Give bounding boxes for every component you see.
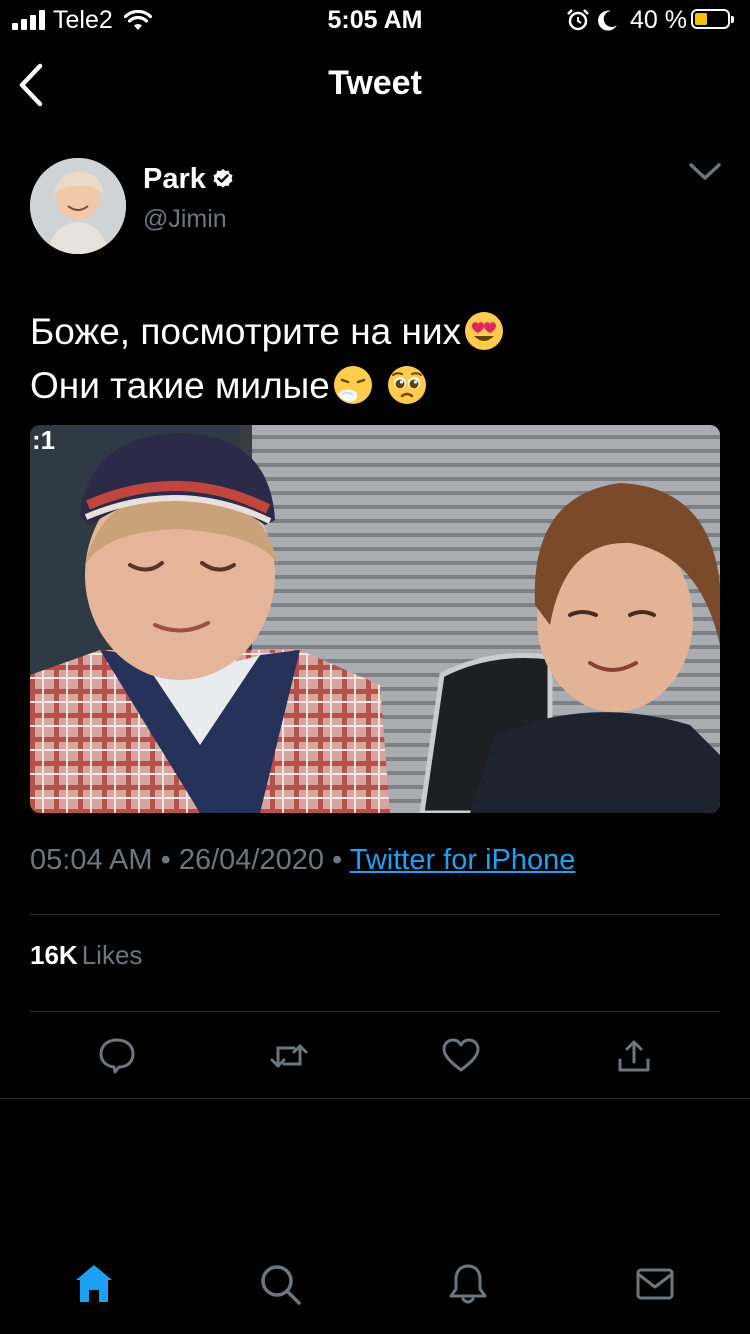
likes-label: Likes bbox=[81, 940, 143, 970]
heart-eyes-emoji-icon bbox=[465, 312, 504, 350]
tweet-source-link[interactable]: Twitter for iPhone bbox=[350, 844, 576, 876]
messages-icon[interactable] bbox=[633, 1262, 677, 1306]
search-icon[interactable] bbox=[258, 1262, 302, 1306]
tweet-text: Боже, посмотрите на них Они такие милые bbox=[30, 305, 720, 413]
share-icon[interactable] bbox=[614, 1036, 654, 1076]
tweet-line-2: Они такие милые bbox=[30, 359, 720, 413]
meta-separator: • bbox=[332, 844, 350, 876]
notifications-icon[interactable] bbox=[446, 1262, 490, 1306]
meta-separator: • bbox=[160, 844, 179, 876]
battery-icon bbox=[691, 9, 734, 29]
status-bar: Tele2 5:05 AM 40 % bbox=[0, 0, 750, 40]
battery-percentage: 40 % bbox=[630, 6, 687, 34]
tweet-date: 26/04/2020 bbox=[178, 844, 324, 876]
avatar[interactable] bbox=[30, 158, 126, 254]
tweet-line-1: Боже, посмотрите на них bbox=[30, 305, 720, 359]
likes-count: 16K bbox=[30, 940, 78, 970]
tweet-meta: 05:04 AM • 26/04/2020 • Twitter for iPho… bbox=[30, 844, 575, 877]
sneezing-face-emoji-icon bbox=[333, 366, 372, 404]
author-handle[interactable]: @Jimin bbox=[143, 205, 227, 234]
pleading-face-emoji-icon bbox=[388, 366, 427, 404]
tweet-photo[interactable]: :1 bbox=[30, 425, 720, 813]
chevron-down-icon[interactable] bbox=[688, 160, 722, 184]
do-not-disturb-moon-icon bbox=[598, 10, 617, 31]
likes-stat[interactable]: 16K Likes bbox=[30, 940, 142, 971]
like-icon[interactable] bbox=[441, 1036, 481, 1076]
tweet-time: 05:04 AM bbox=[30, 844, 153, 876]
reply-icon[interactable] bbox=[97, 1036, 137, 1076]
retweet-icon[interactable] bbox=[269, 1036, 309, 1076]
alarm-clock-icon bbox=[567, 9, 589, 31]
page-title: Tweet bbox=[328, 64, 422, 102]
divider bbox=[30, 914, 720, 915]
verified-badge-icon bbox=[213, 169, 233, 188]
author-name[interactable]: Park bbox=[143, 163, 206, 196]
divider bbox=[0, 1098, 750, 1099]
divider bbox=[30, 1011, 720, 1012]
home-icon[interactable] bbox=[72, 1262, 116, 1306]
svg-text::1: :1 bbox=[32, 425, 55, 455]
